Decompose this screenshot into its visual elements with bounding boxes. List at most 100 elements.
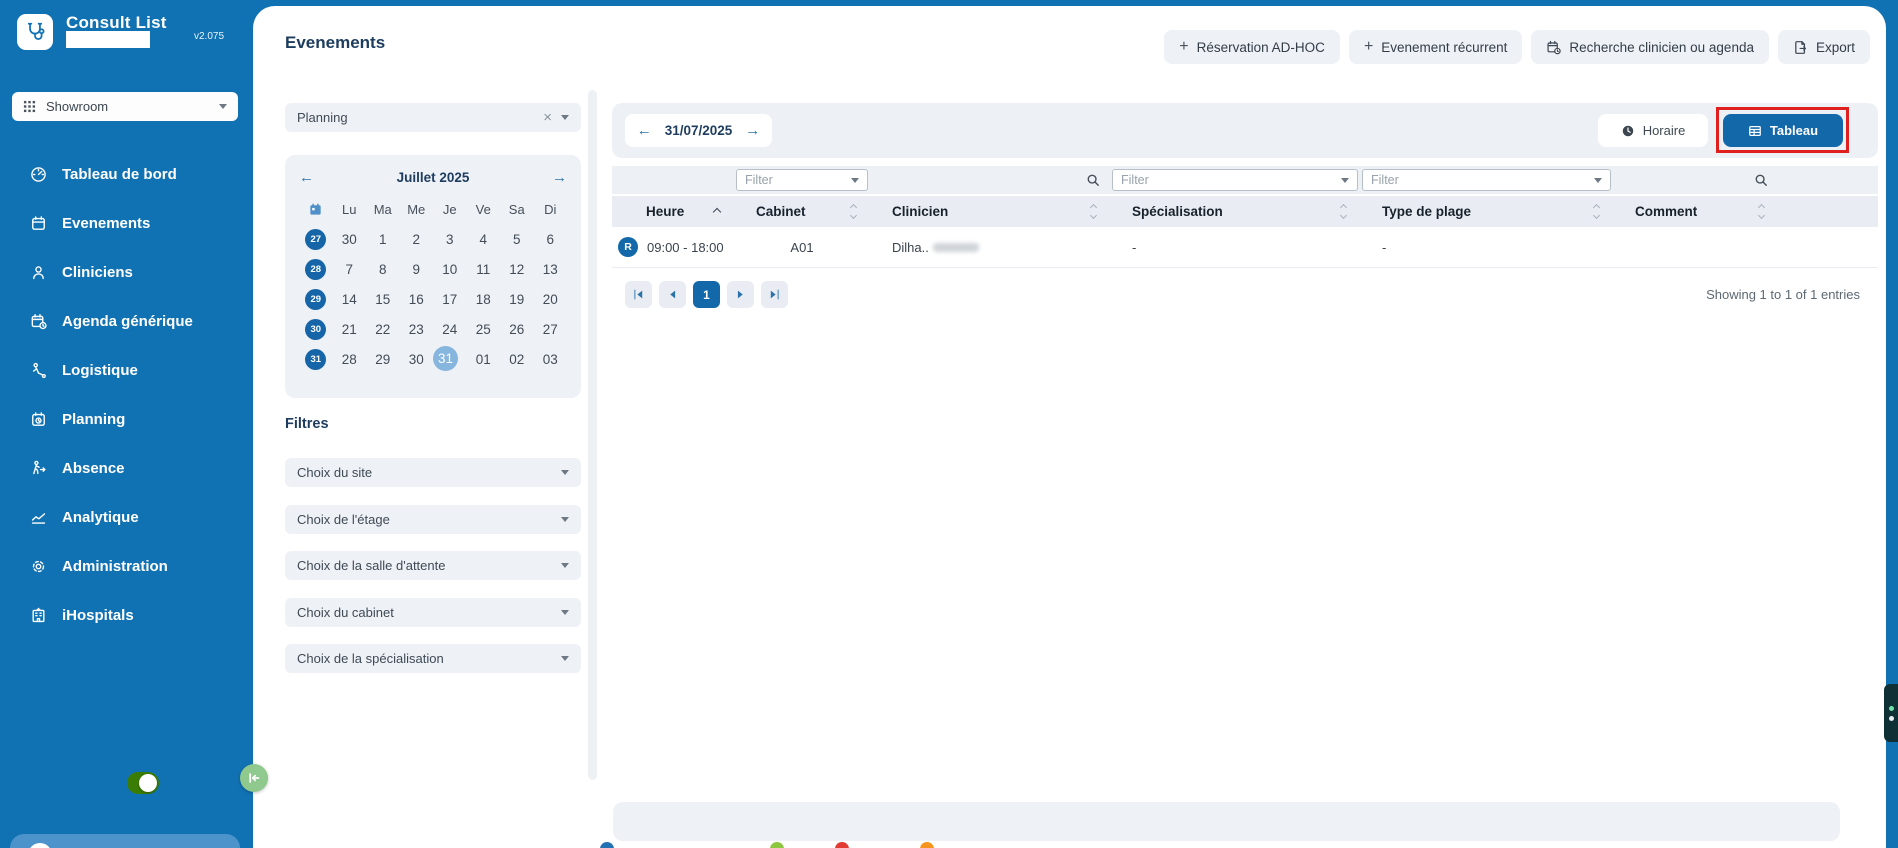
prev-day-arrow[interactable]: ← — [637, 123, 652, 138]
sidebar-item-label: Administration — [62, 558, 168, 575]
filter-choix-de-la-sp-cialisation[interactable]: Choix de la spécialisation — [285, 644, 581, 673]
calendar-day[interactable]: 30 — [333, 226, 367, 252]
filter-label: Choix de la spécialisation — [297, 651, 444, 666]
pagination-last-button[interactable] — [761, 281, 788, 308]
calendar-day[interactable]: 30 — [400, 346, 434, 372]
filter-choix-de-l-tage[interactable]: Choix de l'étage — [285, 504, 581, 534]
calendar-day[interactable]: 20 — [534, 286, 568, 312]
table-row[interactable]: R 09:00 - 18:00 A01 Dilha.. - - — [612, 227, 1878, 268]
next-day-arrow[interactable]: → — [745, 123, 760, 138]
calendar-day[interactable]: 01 — [467, 346, 501, 372]
column-filter-select-type-de-plage[interactable]: Filter — [1362, 169, 1611, 191]
filter-choix-du-cabinet[interactable]: Choix du cabinet — [285, 597, 581, 627]
action-export-button[interactable]: Export — [1777, 30, 1870, 64]
calendar-day[interactable]: 26 — [500, 316, 534, 342]
sidebar-item-analytique[interactable]: Analytique — [0, 493, 253, 542]
calendar-day[interactable]: 13 — [534, 256, 568, 282]
calendar-day[interactable]: 10 — [433, 256, 467, 282]
filter-label: Choix de l'étage — [297, 511, 390, 527]
workspace-select[interactable]: Showroom — [12, 92, 238, 121]
sort-icon — [1592, 203, 1601, 220]
search-icon — [1087, 174, 1099, 186]
calendar-day[interactable]: 2 — [400, 226, 434, 252]
sidebar-item-agenda-g-n-rique[interactable]: Agenda générique — [0, 297, 253, 346]
calendar-prev-month-arrow[interactable]: ← — [299, 170, 314, 185]
planning-select[interactable]: Planning × — [285, 103, 581, 132]
action-label: Recherche clinicien ou agenda — [1569, 39, 1754, 55]
view-tableau-button[interactable]: Tableau — [1723, 114, 1843, 147]
calendar-day[interactable]: 29 — [366, 346, 400, 372]
sidebar-item-logistique[interactable]: Logistique — [0, 346, 253, 395]
sidebar-collapse-button[interactable] — [240, 764, 268, 792]
calendar-day[interactable]: 14 — [333, 286, 367, 312]
column-label: Heure — [646, 204, 685, 219]
calendar-day[interactable]: 25 — [467, 316, 501, 342]
column-header-comment[interactable]: Comment — [1613, 196, 1778, 227]
filter-choix-du-site[interactable]: Choix du site — [285, 458, 581, 487]
calendar-day[interactable]: 1 — [366, 226, 400, 252]
search-icon — [1755, 174, 1767, 186]
sidebar-item-planning[interactable]: Planning — [0, 395, 253, 444]
calendar-day[interactable]: 12 — [500, 256, 534, 282]
sidebar-item-absence[interactable]: Absence — [0, 444, 253, 493]
chevron-down-icon — [561, 516, 569, 522]
calendar-day[interactable]: 03 — [534, 346, 568, 372]
column-header-heure[interactable]: Heure — [612, 196, 734, 227]
sidebar-theme-toggle[interactable] — [127, 772, 159, 794]
calendar-day[interactable]: 5 — [500, 226, 534, 252]
view-horaire-button[interactable]: Horaire — [1598, 114, 1708, 147]
calendar-day[interactable]: 4 — [467, 226, 501, 252]
plus-icon: + — [1363, 38, 1374, 55]
calendar-day[interactable]: 21 — [333, 316, 367, 342]
action-recherche-clinicien-ou-agenda-button[interactable]: Recherche clinicien ou agenda — [1531, 30, 1769, 64]
calendar-day[interactable]: 8 — [366, 256, 400, 282]
calendar-day[interactable]: 24 — [433, 316, 467, 342]
calendar-day[interactable]: 17 — [433, 286, 467, 312]
user-card[interactable] — [10, 834, 240, 848]
calendar-day[interactable]: 28 — [333, 346, 367, 372]
calendar-day[interactable]: 22 — [366, 316, 400, 342]
calendar-day[interactable]: 02 — [500, 346, 534, 372]
filter-label: Choix du cabinet — [297, 604, 394, 620]
calendar-day[interactable]: 27 — [534, 316, 568, 342]
app-logo[interactable] — [17, 14, 53, 50]
column-header-clinicien[interactable]: Clinicien — [870, 196, 1110, 227]
column-filter-select-cabinet[interactable]: Filter — [736, 169, 868, 191]
sidebar-item-evenements[interactable]: Evenements — [0, 199, 253, 248]
calendar-day[interactable]: 19 — [500, 286, 534, 312]
sidebar-item-tableau-de-bord[interactable]: Tableau de bord — [0, 150, 253, 199]
clear-icon[interactable]: × — [543, 110, 552, 125]
scrollbar-track[interactable] — [588, 90, 597, 780]
column-filter-select-sp-cialisation[interactable]: Filter — [1112, 169, 1358, 191]
sort-icon — [849, 203, 858, 220]
pagination-next-button[interactable] — [727, 281, 754, 308]
calendar-day[interactable]: 7 — [333, 256, 367, 282]
calendar-day[interactable]: 6 — [534, 226, 568, 252]
calendar-day[interactable]: 9 — [400, 256, 434, 282]
action-r-servation-ad-hoc-button[interactable]: + Réservation AD-HOC — [1164, 30, 1340, 64]
sidebar-item-administration[interactable]: Administration — [0, 542, 253, 591]
column-header-cabinet[interactable]: Cabinet — [734, 196, 870, 227]
calendar-day[interactable]: 3 — [433, 226, 467, 252]
calendar-day[interactable]: 23 — [400, 316, 434, 342]
column-filter-search-comment[interactable] — [1613, 166, 1778, 194]
column-header-sp-cialisation[interactable]: Spécialisation — [1110, 196, 1360, 227]
calendar-next-month-arrow[interactable]: → — [552, 170, 567, 185]
calendar-day-selected[interactable]: 31 — [433, 346, 458, 371]
sidebar-item-cliniciens[interactable]: Cliniciens — [0, 248, 253, 297]
pagination-first-button[interactable] — [625, 281, 652, 308]
calendar-day[interactable]: 11 — [467, 256, 501, 282]
column-header-type-de-plage[interactable]: Type de plage — [1360, 196, 1613, 227]
pagination-page-1[interactable]: 1 — [693, 281, 720, 308]
calendar-day[interactable]: 16 — [400, 286, 434, 312]
action-evenement-r-current-button[interactable]: + Evenement récurrent — [1348, 30, 1523, 64]
column-filter-search-clinicien[interactable] — [870, 166, 1110, 194]
planning-icon — [32, 412, 45, 426]
calendar-day[interactable]: 18 — [467, 286, 501, 312]
filter-choix-de-la-salle-d-attente[interactable]: Choix de la salle d'attente — [285, 551, 581, 580]
pagination-prev-button[interactable] — [659, 281, 686, 308]
sidebar-item-ihospitals[interactable]: iHospitals — [0, 591, 253, 640]
calendar-day-header: Di — [544, 201, 557, 217]
calendar-day[interactable]: 15 — [366, 286, 400, 312]
browser-extension-tab[interactable] — [1884, 684, 1898, 742]
